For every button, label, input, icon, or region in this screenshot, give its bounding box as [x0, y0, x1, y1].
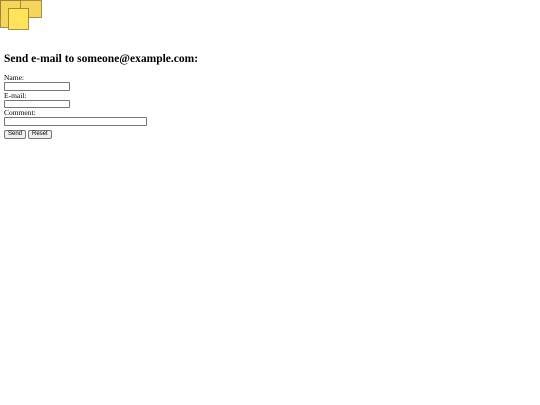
comment-input[interactable] — [4, 117, 147, 126]
overlapping-squares-logo-icon — [0, 0, 42, 30]
comment-label: Comment: — [4, 108, 36, 117]
name-input[interactable] — [4, 82, 70, 91]
name-label: Name: — [4, 73, 24, 82]
form-buttons: Send Reset — [4, 130, 52, 139]
email-form: Name: E-mail: Comment: — [4, 73, 404, 126]
page-heading: Send e-mail to someone@example.com: — [4, 53, 199, 65]
reset-button[interactable]: Reset — [28, 130, 52, 139]
send-button[interactable]: Send — [4, 130, 27, 139]
email-input[interactable] — [4, 99, 70, 108]
email-label: E-mail: — [4, 90, 27, 100]
site-logo — [0, 0, 44, 31]
